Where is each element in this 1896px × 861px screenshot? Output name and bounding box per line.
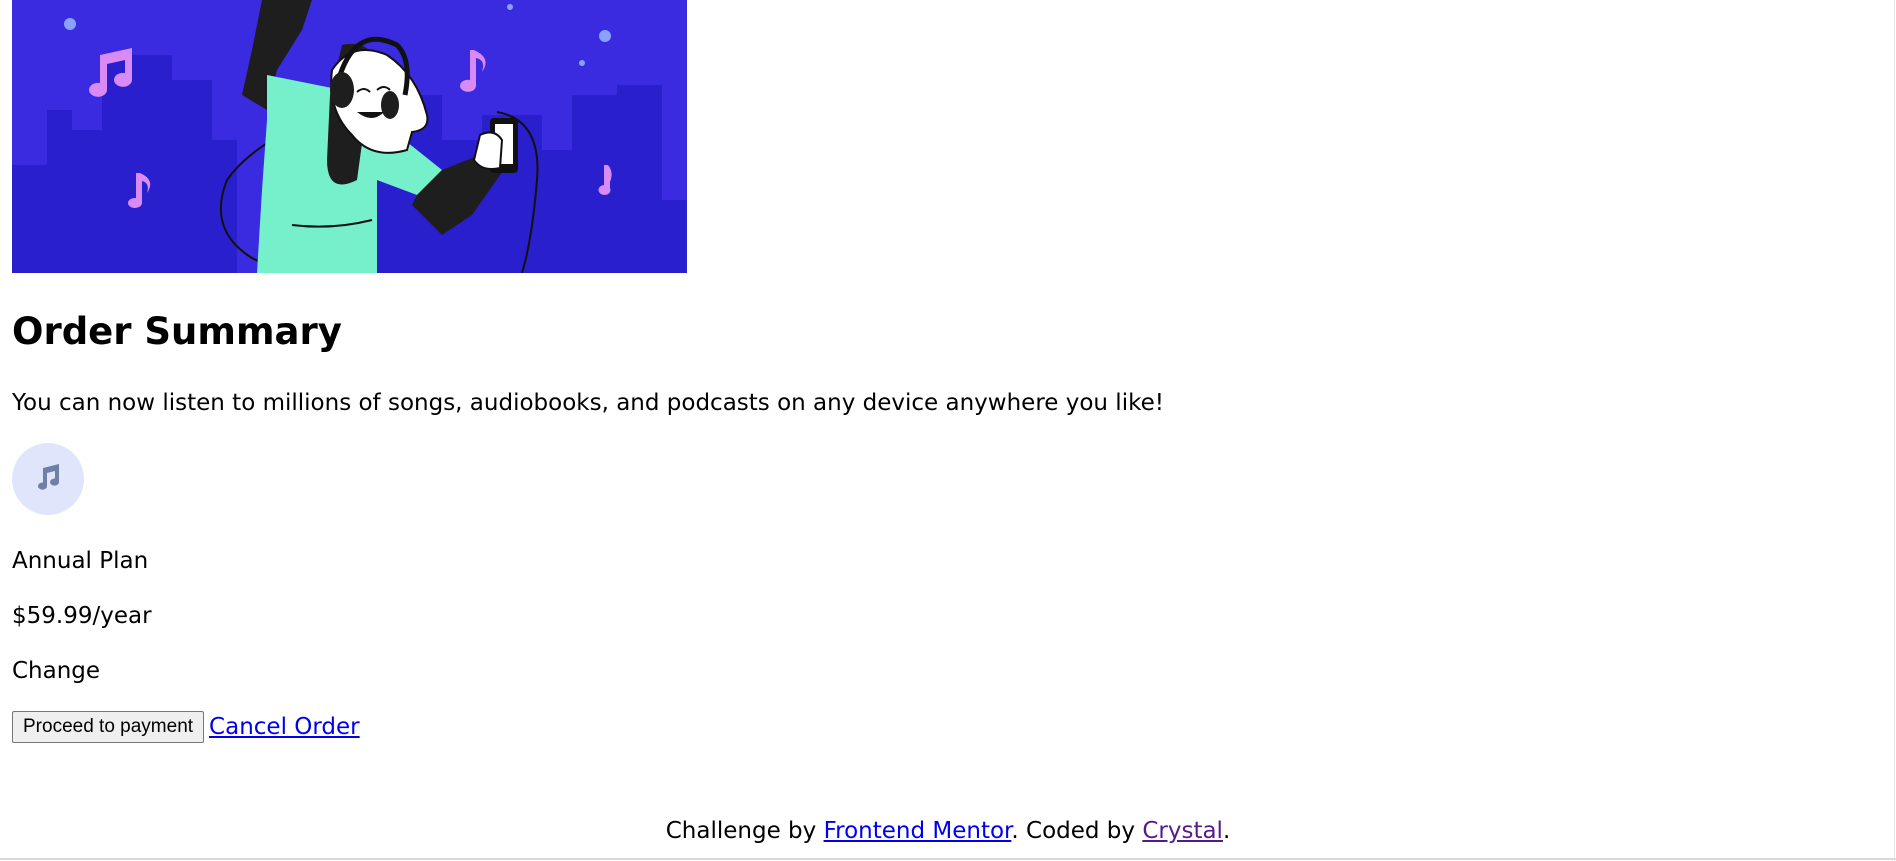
change-plan-link[interactable]: Change — [12, 656, 100, 686]
bottom-divider — [0, 858, 1896, 860]
page: Order Summary You can now listen to mill… — [0, 0, 1896, 861]
footer-prefix: Challenge by — [665, 818, 824, 844]
footer-middle: . Coded by — [1011, 818, 1143, 844]
author-link[interactable]: Crystal — [1142, 818, 1223, 844]
attribution-footer: Challenge by Frontend Mentor. Coded by C… — [0, 816, 1896, 846]
cancel-order-link[interactable]: Cancel Order — [209, 714, 360, 740]
proceed-to-payment-button[interactable]: Proceed to payment — [12, 711, 205, 743]
order-summary-description: You can now listen to millions of songs,… — [12, 390, 1164, 416]
plan-name: Annual Plan — [12, 548, 149, 574]
frontend-mentor-link[interactable]: Frontend Mentor — [824, 818, 1012, 844]
order-summary-title: Order Summary — [12, 310, 342, 353]
order-actions: Proceed to payment Cancel Order — [12, 711, 360, 743]
music-note-icon — [33, 462, 63, 496]
plan-price: $59.99/year — [12, 603, 152, 629]
hero-illustration — [12, 0, 687, 273]
right-divider — [1894, 0, 1895, 861]
music-icon-badge — [12, 443, 84, 515]
footer-suffix: . — [1222, 818, 1231, 844]
